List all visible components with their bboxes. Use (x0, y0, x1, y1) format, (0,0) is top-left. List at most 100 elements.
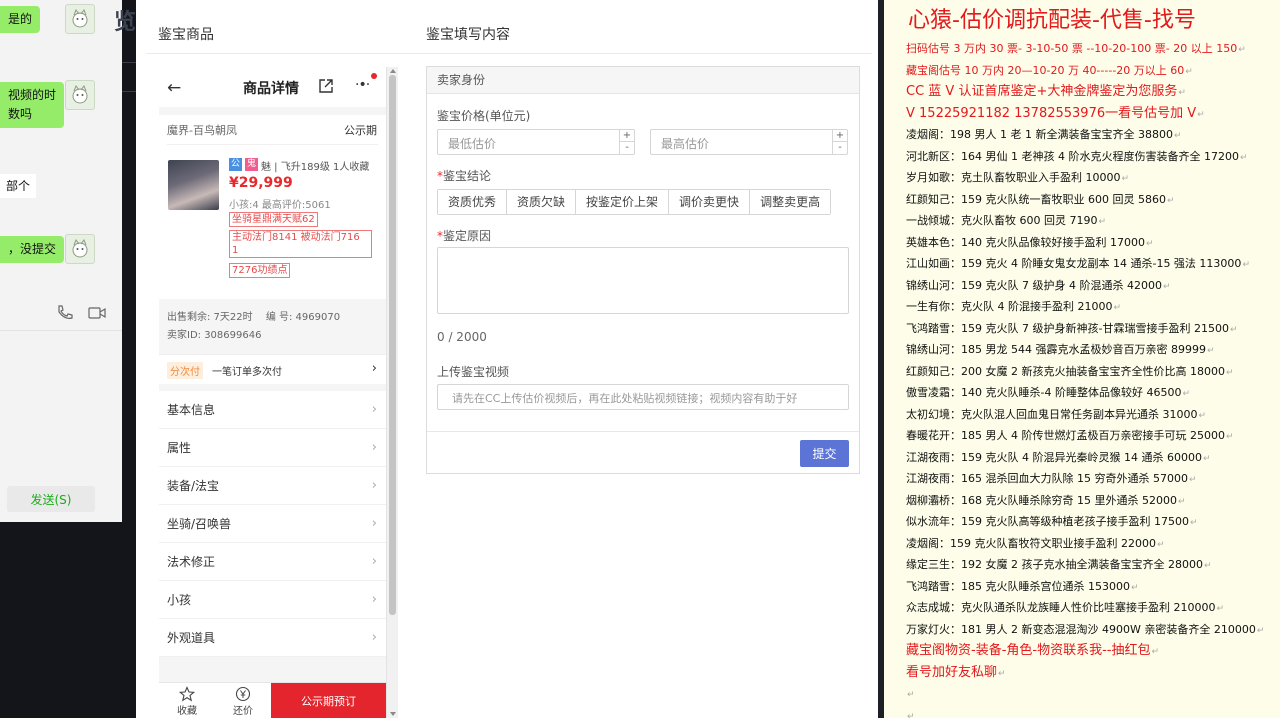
entry-detail: 165 混杀回血大力队除 15 穷奇外通杀 57000 (961, 472, 1188, 485)
notes-document: 心猿-估价调抗配装-代售-找号 扫码估号 3 万内 30 票- 3-10-50 … (884, 0, 1280, 718)
menu-item-equipment[interactable]: 装备/法宝 › (159, 467, 386, 505)
bargain-button[interactable]: 还价 (215, 683, 271, 718)
background-divider (122, 62, 136, 92)
form-divider (427, 431, 859, 432)
paragraph-mark: ↵ (1198, 410, 1207, 421)
min-price-input[interactable]: 最低估价 + - (437, 129, 635, 155)
preorder-button[interactable]: 公示期预订 (271, 683, 386, 718)
listing-entry: 烟柳灞桥：168 克火队睡杀除穷奇 15 里外通杀 52000↵ (906, 490, 1280, 512)
avatar[interactable] (65, 4, 95, 34)
preview-scrollbar[interactable] (386, 67, 398, 718)
listing-entry: 一生有你：克火队 4 阶混接手盈利 21000↵ (906, 296, 1280, 318)
max-price-input[interactable]: 最高估价 + - (650, 129, 848, 155)
back-arrow-icon[interactable]: ← (167, 78, 181, 98)
favorite-button[interactable]: 收藏 (159, 683, 215, 718)
price: ¥29,999 (229, 175, 293, 191)
entry-name: 锦绣山河： (906, 343, 961, 356)
star-icon (179, 686, 195, 702)
seller-id: 卖家ID: 308699646 (167, 330, 262, 341)
entry-name: 红颜知己： (906, 364, 961, 378)
decrement-icon[interactable]: - (620, 142, 634, 154)
paragraph-mark: ↵ (1166, 195, 1175, 206)
preview-header: ← 商品详情 ·•· (159, 67, 386, 107)
option-list-at-price[interactable]: 按鉴定价上架 (576, 190, 670, 214)
video-label: 上传鉴宝视频 (437, 365, 510, 379)
option-sell-faster[interactable]: 调价卖更快 (669, 190, 751, 214)
goods-section-title: 鉴宝商品 (158, 27, 214, 43)
paragraph-mark: ↵ (1098, 217, 1107, 227)
character-info: 魅 | 飞升189级 1人收藏 (261, 162, 370, 173)
chat-message: ，没提交 (0, 236, 65, 263)
entry-name: 锦绣山河： (906, 278, 961, 292)
reason-textarea[interactable] (437, 247, 849, 314)
chat-message: 视频的时 数吗 (0, 82, 65, 128)
menu-item-appearance[interactable]: 外观道具 › (159, 619, 386, 657)
avatar[interactable] (65, 234, 95, 264)
cat-avatar-icon (72, 8, 88, 28)
chevron-right-icon: › (371, 478, 377, 493)
video-link-input[interactable]: 请先在CC上传估价视频后，再在此处粘贴视频链接；视频内容有助于好 (437, 384, 849, 410)
chat-panel: 是的 视频的时 数吗 部个 ，没提交 发送(S) (0, 0, 122, 522)
entry-detail: 克火队 4 阶混接手盈利 21000 (961, 300, 1113, 313)
phone-call-icon[interactable] (55, 304, 75, 322)
listing-entry: 一战倾城：克火队畜牧 600 回灵 7190↵ (906, 210, 1280, 232)
option-sell-higher[interactable]: 调整卖更高 (750, 190, 831, 214)
paragraph-mark: ↵ (1202, 453, 1211, 464)
ghost-tag: 鬼 (245, 158, 258, 171)
scrollbar-thumb[interactable] (389, 75, 396, 615)
listing-entry: 似水流年：159 克火队高等级种植老孩子接手盈利 17500↵ (906, 511, 1280, 533)
empty-line: ↵ (907, 711, 915, 718)
listing-entry: 众志成城：克火队通杀队龙族睡人性价比哇塞接手盈利 210000↵ (906, 597, 1280, 619)
scroll-up-icon[interactable] (390, 69, 396, 73)
installment-row[interactable]: 分次付 一笔订单多次付 › (159, 354, 386, 384)
entry-detail: 159 克火队高等级种植老孩子接手盈利 17500 (961, 515, 1189, 528)
entry-name: 飞鸿踏雪： (906, 321, 961, 335)
avatar[interactable] (65, 80, 95, 110)
paragraph-mark: ↵ (1216, 604, 1225, 614)
entry-detail: 140 克火队睡杀-4 阶睡整体品像较好 46500 (961, 386, 1182, 399)
notification-dot (371, 73, 377, 79)
installment-text: 一笔订单多次付 (212, 367, 282, 378)
entry-detail: 168 克火队睡杀除穷奇 15 里外通杀 52000 (961, 493, 1177, 507)
video-call-icon[interactable] (87, 304, 107, 322)
send-button[interactable]: 发送(S) (7, 486, 95, 512)
menu-item-mounts-pets[interactable]: 坐骑/召唤兽 › (159, 505, 386, 543)
chevron-right-icon: › (371, 361, 377, 376)
submit-button[interactable]: 提交 (800, 440, 849, 467)
conclusion-label: *鉴宝结论 (437, 169, 492, 183)
share-icon[interactable] (317, 77, 335, 95)
character-portrait[interactable] (168, 160, 219, 210)
entry-detail: 159 克火 4 阶睡女鬼女龙副本 14 通杀-15 强法 113000 (961, 257, 1242, 270)
paragraph-mark: ↵ (1130, 582, 1139, 593)
entry-detail: 159 克火队 4 阶混异光秦岭灵猴 14 通杀 60000 (961, 450, 1202, 464)
scroll-down-icon[interactable] (390, 712, 396, 716)
increment-icon[interactable]: + (620, 130, 634, 142)
chat-toolbar (55, 304, 107, 322)
chevron-right-icon: › (371, 554, 377, 569)
entry-detail: 140 克火队品像较好接手盈利 17000 (961, 235, 1145, 249)
option-excellent[interactable]: 资质优秀 (438, 190, 508, 214)
conclusion-options: 资质优秀 资质欠缺 按鉴定价上架 调价卖更快 调整卖更高 (437, 189, 832, 215)
option-lacking[interactable]: 资质欠缺 (507, 190, 577, 214)
more-options-icon[interactable]: ·•· (355, 77, 370, 93)
entry-name: 河北新区： (906, 149, 961, 163)
menu-item-basic-info[interactable]: 基本信息 › (159, 391, 386, 429)
entry-name: 凌烟阁： (906, 536, 950, 550)
entry-name: 一战倾城： (906, 214, 961, 227)
entry-name: 英雄本色： (906, 235, 961, 249)
menu-item-spell-correction[interactable]: 法术修正 › (159, 543, 386, 581)
menu-item-attributes[interactable]: 属性 › (159, 429, 386, 467)
sale-remaining: 出售剩余: 7天22时 (167, 312, 253, 323)
chevron-right-icon: › (371, 402, 377, 417)
paragraph-mark: ↵ (1156, 539, 1165, 550)
entry-name: 春暖花开： (906, 429, 961, 442)
appraisal-form: 卖家身份 鉴宝价格(单位元) 最低估价 + - 最高估价 + - *鉴宝结论 资质优… (426, 66, 860, 474)
decrement-icon[interactable]: - (833, 142, 847, 154)
menu-item-children[interactable]: 小孩 › (159, 581, 386, 619)
chevron-right-icon: › (371, 592, 377, 607)
footer-line: 藏宝阁物资-装备-角色-物资联系我--抽红包↵ (906, 643, 1160, 658)
background-logo: 览 (114, 10, 137, 35)
increment-icon[interactable]: + (833, 130, 847, 142)
entry-name: 万家灯火： (906, 622, 961, 636)
notes-body: 扫码估号 3 万内 30 票- 3-10-50 票 --10-20-100 票-… (906, 38, 1280, 718)
